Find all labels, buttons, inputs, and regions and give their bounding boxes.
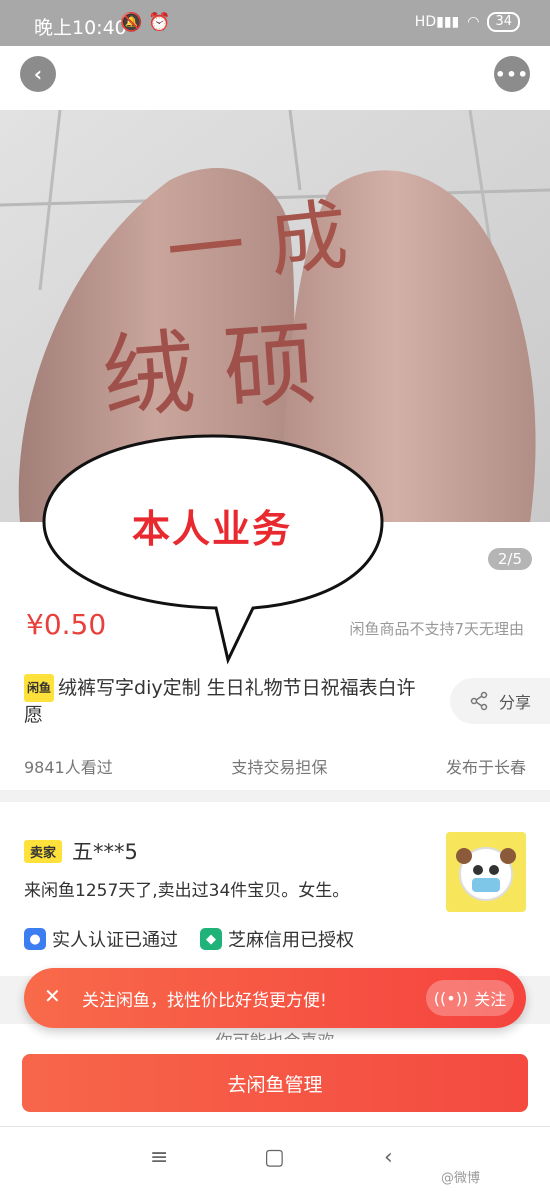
sheep-avatar-icon bbox=[446, 832, 526, 912]
watermark: @微博 bbox=[440, 1171, 480, 1186]
more-button[interactable]: ••• bbox=[494, 56, 530, 92]
product-title: 闲鱼 绒裤写字diy定制 生日礼物节日祝福表白许愿 bbox=[24, 674, 434, 728]
real-name-badge: ● 实人认证已通过 bbox=[24, 926, 178, 952]
product-price: ¥0.50 bbox=[26, 608, 107, 641]
follow-banner: ✕ 关注闲鱼，找性价比好货更方便! ((•)) 关注 bbox=[24, 968, 526, 1028]
back-nav-icon[interactable]: ‹ bbox=[384, 1145, 393, 1170]
product-title-text: 绒裤写字diy定制 生日礼物节日祝福表白许愿 bbox=[24, 677, 416, 726]
signal-icon: HD▮▮▮ bbox=[414, 14, 460, 30]
bell-off-icon: 🔕 bbox=[120, 12, 149, 33]
real-name-label: 实人认证已通过 bbox=[52, 930, 178, 951]
product-photo[interactable]: 一 成 绒 硕 bbox=[0, 110, 550, 522]
return-policy: 闲鱼商品不支持7天无理由 bbox=[349, 620, 524, 638]
top-nav: ‹ ••• bbox=[0, 46, 550, 110]
seller-badges: ● 实人认证已通过 ◆ 芝麻信用已授权 bbox=[24, 926, 354, 952]
follow-button[interactable]: ((•)) 关注 bbox=[426, 980, 514, 1016]
cta-area: 去闲鱼管理 bbox=[0, 1040, 550, 1126]
follow-banner-text: 关注闲鱼，找性价比好货更方便! bbox=[82, 991, 327, 1011]
system-nav-bar: ≡ ▢ ‹ @微博 bbox=[0, 1126, 550, 1191]
seller-tag: 卖家 bbox=[24, 840, 63, 863]
person-icon: ● bbox=[24, 928, 46, 950]
product-meta: 9841人看过 支持交易担保 发布于长春 bbox=[24, 754, 526, 778]
alarm-icon: ⏰ bbox=[148, 12, 177, 33]
manage-button[interactable]: 去闲鱼管理 bbox=[22, 1054, 528, 1112]
credit-badge: ◆ 芝麻信用已授权 bbox=[200, 926, 354, 952]
seller-card[interactable]: 卖家 五***5 来闲鱼1257天了,卖出过34件宝贝。女生。 ● 实人认证已通… bbox=[0, 802, 550, 976]
status-right: HD▮▮▮ ◠ 34 bbox=[415, 12, 520, 32]
wifi-icon: ◠ bbox=[467, 14, 480, 30]
view-count: 9841人看过 bbox=[24, 758, 113, 777]
back-button[interactable]: ‹ bbox=[20, 56, 56, 92]
broadcast-icon: ((•)) bbox=[433, 988, 469, 1008]
trade-guarantee: 支持交易担保 bbox=[231, 758, 328, 777]
share-label: 分享 bbox=[498, 693, 531, 712]
status-time: 晚上10:40 bbox=[34, 17, 127, 39]
product-card: 2/5 ¥0.50 闲鱼商品不支持7天无理由 闲鱼 绒裤写字diy定制 生日礼物节… bbox=[0, 522, 550, 790]
bubble-text: 本人业务 bbox=[131, 507, 292, 551]
more-icon: ••• bbox=[495, 64, 529, 84]
seller-name[interactable]: 五***5 bbox=[72, 836, 138, 866]
photo-illustration: 一 成 绒 硕 bbox=[0, 110, 550, 522]
page-indicator: 2/5 bbox=[487, 548, 532, 570]
network-label: HD bbox=[414, 14, 437, 30]
status-bar: 晚上10:40 🔕⏰ HD▮▮▮ ◠ 34 bbox=[0, 0, 550, 46]
sesame-icon: ◆ bbox=[200, 928, 222, 950]
menu-icon[interactable]: ≡ bbox=[150, 1145, 168, 1170]
close-icon[interactable]: ✕ bbox=[44, 984, 61, 1008]
battery-indicator: 34 bbox=[487, 12, 520, 32]
home-icon[interactable]: ▢ bbox=[264, 1145, 285, 1170]
chevron-left-icon: ‹ bbox=[33, 62, 43, 86]
xianyu-tag: 闲鱼 bbox=[24, 674, 55, 702]
share-button[interactable]: 分享 bbox=[450, 678, 550, 724]
photo-text-top: 一 成 bbox=[163, 190, 352, 298]
follow-label: 关注 bbox=[474, 990, 507, 1009]
share-icon bbox=[470, 691, 488, 711]
status-icons: 🔕⏰ bbox=[120, 12, 177, 33]
avatar[interactable] bbox=[446, 832, 526, 912]
seller-info: 来闲鱼1257天了,卖出过34件宝贝。女生。 bbox=[24, 881, 350, 901]
publish-location: 发布于长春 bbox=[445, 758, 526, 777]
photo-text-bottom: 绒 硕 bbox=[99, 310, 319, 432]
credit-label: 芝麻信用已授权 bbox=[228, 930, 354, 951]
